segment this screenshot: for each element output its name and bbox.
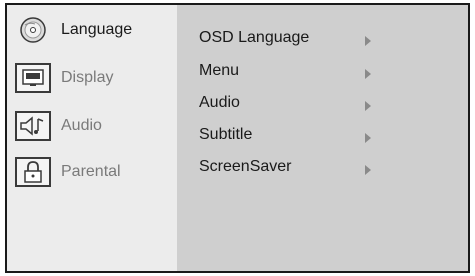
parental-lock-icon [15, 157, 51, 187]
sidebar-item-label: Parental [61, 163, 121, 180]
arrow-right-icon [365, 133, 371, 143]
arrow-right-icon [365, 101, 371, 111]
sidebar-item-label: Audio [61, 117, 102, 134]
sidebar-item-parental[interactable]: Parental [15, 155, 121, 189]
sidebar-item-audio[interactable]: Audio [15, 109, 102, 143]
submenu-item-subtitle[interactable]: Subtitle [199, 124, 459, 146]
arrow-right-icon [365, 165, 371, 175]
sidebar-item-label: Display [61, 69, 114, 86]
submenu-item-screensaver[interactable]: ScreenSaver [199, 156, 459, 178]
sidebar: Language Display Audio Parental [7, 5, 177, 271]
submenu-item-audio[interactable]: Audio [199, 92, 459, 114]
arrow-right-icon [365, 36, 371, 46]
submenu-item-label: Audio [199, 94, 240, 111]
display-monitor-icon [15, 63, 51, 93]
submenu-item-label: Menu [199, 62, 240, 79]
submenu-item-label: ScreenSaver [199, 158, 292, 175]
sidebar-item-label: Language [61, 21, 133, 38]
setup-menu-window: Language Display Audio Parental OSD Lang… [5, 3, 470, 273]
language-disc-icon [15, 15, 51, 45]
arrow-right-icon [365, 69, 371, 79]
submenu-item-label: OSD Language [199, 29, 310, 46]
sidebar-item-language[interactable]: Language [15, 13, 132, 47]
sidebar-item-display[interactable]: Display [15, 61, 113, 95]
submenu-item-osd-language[interactable]: OSD Language [199, 27, 459, 49]
submenu-item-menu[interactable]: Menu [199, 60, 459, 82]
audio-speaker-icon [15, 111, 51, 141]
submenu-item-label: Subtitle [199, 126, 253, 143]
submenu-panel: OSD Language Menu Audio Subtitle ScreenS… [177, 5, 468, 271]
